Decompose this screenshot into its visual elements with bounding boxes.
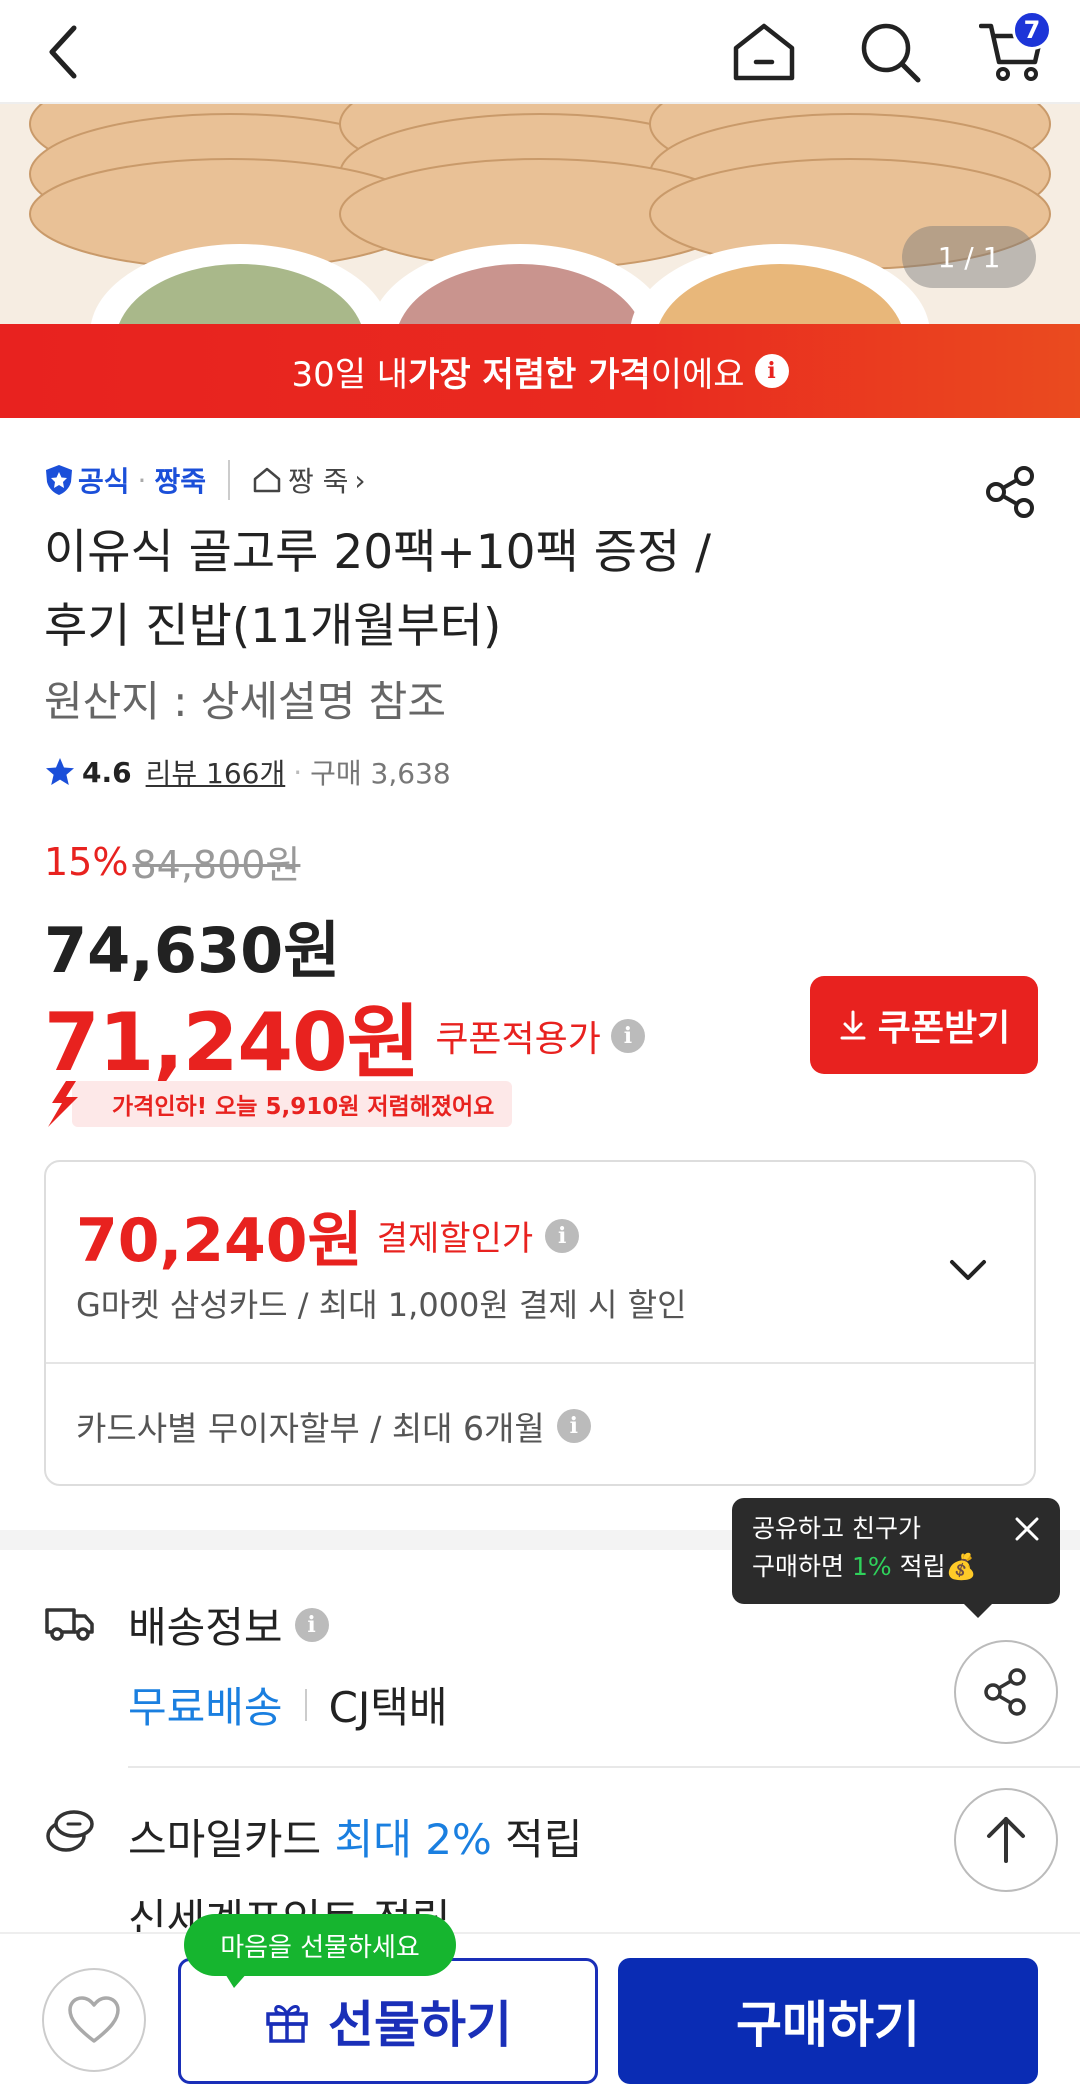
coin-points-icon [46,1810,94,1852]
banner-text-pre: 30일 내 [291,354,409,395]
gift-label: 선물하기 [328,1997,512,2053]
smile-pre: 스마일카드 [128,1815,335,1864]
product-title-line2: 후기 진밥(11개월부터) [44,599,502,654]
seller-name[interactable]: 짱죽 [154,460,206,500]
home-icon [733,23,795,81]
home-button[interactable] [722,10,806,94]
tooltip-line1: 공유하고 친구가 [752,1514,921,1543]
free-shipping: 무료배송 [128,1683,283,1732]
origin-info: 원산지 : 상세설명 참조 [44,677,446,726]
store-name: 짱 죽 [287,465,349,498]
purchase-count: 구매 3,638 [310,757,451,790]
tooltip-line2-post: 적립💰 [891,1552,977,1581]
payment-divider [46,1362,1034,1364]
payment-price-row: 70,240원 결제할인가 i [76,1192,580,1279]
installment-row: 카드사별 무이자할부 / 최대 6개월 i [76,1402,591,1450]
price-drop-notice: 가격인하! 오늘 5,910원 저렴해졌어요 [44,1081,513,1127]
info-icon[interactable]: i [754,354,789,388]
tooltip-line2: 구매하면 1% 적립💰 [752,1548,1040,1586]
original-price: 84,800원 [132,843,301,887]
seller-divider [227,460,230,500]
tooltip-line2-pre: 구매하면 [752,1552,852,1581]
product-title: 이유식 골고루 20팩+10팩 증정 / 후기 진밥(11개월부터) [44,516,924,664]
payment-detail: G마켓 삼성카드 / 최대 1,000원 결제 시 할인 [76,1286,687,1324]
installment-info-icon[interactable]: i [556,1409,591,1443]
top-nav-bar: 7 [0,0,1080,104]
coupon-price-row: 71,240원 쿠폰적용가 i [44,978,645,1094]
seller-dot: · [137,463,147,497]
share-icon [986,466,1034,518]
scroll-top-button[interactable] [954,1788,1058,1892]
price-down-arrow-icon [48,1081,78,1127]
delivery-truck-icon [45,1608,94,1641]
coupon-info-icon[interactable]: i [610,1019,645,1053]
lowest-price-banner[interactable]: 30일 내 가장 저렴한 가격 이에요 i [0,324,1080,418]
rating-score: 4.6 [82,755,132,789]
smile-card-reward: 스마일카드 최대 2% 적립 [128,1806,582,1867]
bottom-action-bar: 선물하기 구매하기 [0,1932,1080,2100]
rating-sep: · [293,755,303,789]
get-coupon-label: 쿠폰받기 [877,1007,1011,1048]
back-button[interactable] [22,10,106,94]
payment-expand-button[interactable] [938,1240,998,1300]
product-title-line1: 이유식 골고루 20팩+10팩 증정 / [44,525,711,580]
chevron-down-icon [950,1260,986,1280]
chevron-left-icon [49,25,77,79]
share-button[interactable] [980,462,1040,522]
coupon-price-label: 쿠폰적용가 [435,1019,601,1060]
discount-row: 15% 84,800원 [44,834,300,889]
banner-text-post: 이에요 [650,354,745,395]
share-reward-tooltip: 공유하고 친구가 구매하면 1% 적립💰 [732,1498,1060,1618]
image-counter: 1 / 1 [902,226,1036,288]
delivery-separator [304,1688,307,1721]
delivery-divider [128,1766,1080,1768]
gift-icon [266,2005,308,2043]
seller-row: 공식 · 짱죽 짱 죽 › [44,458,366,502]
payment-info-icon[interactable]: i [545,1218,580,1253]
delivery-details: 무료배송 CJ택배 [128,1674,448,1735]
cart-count-badge: 7 [1012,10,1052,50]
smile-post: 적립 [491,1815,583,1864]
store-link[interactable]: 짱 죽 › [252,460,366,500]
official-badge: 공식 [44,460,130,500]
smile-highlight: 최대 2% [334,1815,492,1864]
discount-percent: 15% [44,839,129,884]
review-count-link[interactable]: 리뷰 166개 [146,752,286,792]
store-arrow: › [354,463,366,497]
share-icon [984,1668,1026,1716]
search-icon [861,23,921,83]
rating-row: 4.6 리뷰 166개 · 구매 3,638 [44,752,451,792]
heart-icon [68,1996,120,2043]
close-icon [1015,1517,1039,1541]
payment-price-label: 결제할인가 [376,1219,534,1259]
payment-discount-box: 70,240원 결제할인가 i G마켓 삼성카드 / 최대 1,000원 결제 … [44,1160,1036,1486]
sale-price: 74,630원 [44,914,341,987]
delivery-info-icon[interactable]: i [294,1607,329,1642]
official-label: 공식 [78,465,130,498]
store-home-icon [253,467,281,493]
arrow-up-icon [987,1817,1025,1863]
payment-price: 70,240원 [76,1206,363,1276]
download-icon [840,1010,866,1040]
product-image-carousel[interactable]: 1 / 1 [0,104,1080,324]
price-drop-text: 가격인하! 오늘 5,910원 저렴해졌어요 [72,1081,513,1127]
official-shield-icon [46,465,72,495]
installment-text: 카드사별 무이자할부 / 최대 6개월 [76,1409,545,1448]
gift-promo-bubble: 마음을 선물하세요 [184,1914,456,1988]
buy-button[interactable]: 구매하기 [618,1958,1038,2084]
star-icon [46,758,74,785]
carrier-name: CJ택배 [328,1683,448,1732]
delivery-title-text: 배송정보 [128,1603,283,1652]
cart-button[interactable]: 7 [970,10,1054,94]
banner-text-bold: 가장 저렴한 가격 [408,354,651,395]
floating-share-button[interactable] [954,1640,1058,1744]
tooltip-close-button[interactable] [1012,1514,1042,1544]
get-coupon-button[interactable]: 쿠폰받기 [810,976,1038,1074]
tooltip-line2-highlight: 1% [851,1552,892,1581]
wishlist-button[interactable] [42,1968,146,2072]
product-photo [0,104,1080,324]
search-button[interactable] [848,10,932,94]
delivery-info-title: 배송정보 i [128,1594,329,1655]
coupon-price: 71,240원 [44,996,420,1089]
